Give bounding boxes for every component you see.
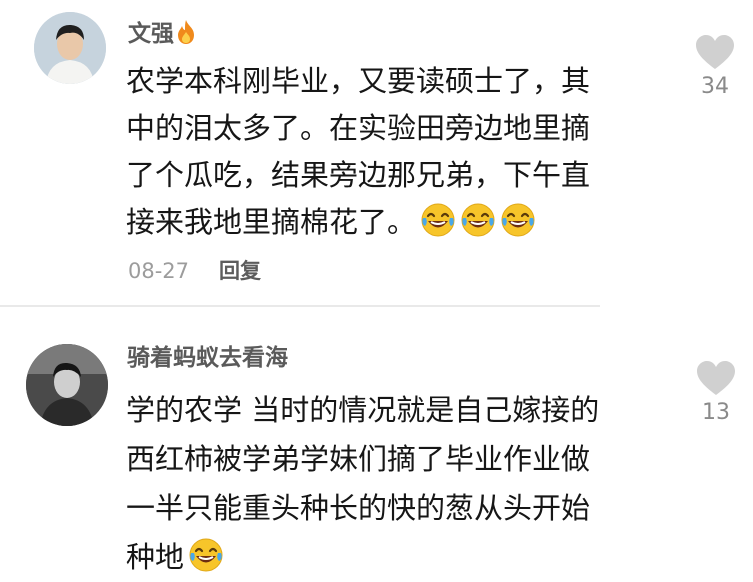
laugh-cry-emoji-icon: [188, 537, 224, 573]
heart-icon: [696, 360, 736, 396]
comment-line: 一半只能重头种长的快的葱从头开始: [126, 491, 591, 525]
laugh-cry-emoji-icon: [460, 202, 496, 238]
comment-line: 了个瓜吃，结果旁边那兄弟，下午直: [126, 158, 591, 192]
fire-icon: [178, 20, 194, 44]
reply-button[interactable]: 回复: [219, 259, 261, 283]
divider: [0, 305, 600, 307]
comment-text: 学的农学 当时的情况就是自己嫁接的 西红柿被学弟学妹们摘了毕业作业做 一半只能重…: [126, 386, 599, 582]
comment-date: 08-27: [128, 259, 190, 283]
avatar[interactable]: [34, 12, 106, 84]
like-count: 13: [702, 400, 730, 425]
comment-2: 骑着蚂蚁去看海 学的农学 当时的情况就是自己嫁接的 西红柿被学弟学妹们摘了毕业作…: [0, 308, 753, 574]
avatar[interactable]: [26, 344, 108, 426]
comment-line: 西红柿被学弟学妹们摘了毕业作业做: [126, 442, 591, 476]
like-count: 34: [701, 74, 729, 99]
like-button[interactable]: 13: [686, 360, 746, 425]
comment-line: 种地: [126, 533, 599, 582]
laugh-cry-emoji-icon: [500, 202, 536, 238]
comment-text: 农学本科刚毕业，又要读硕士了，其 中的泪太多了。在实验田旁边地里摘 了个瓜吃，结…: [126, 58, 590, 246]
heart-icon: [695, 34, 735, 70]
comment-line: 学的农学 当时的情况就是自己嫁接的: [126, 393, 600, 427]
username[interactable]: 文强: [128, 14, 196, 48]
like-button[interactable]: 34: [685, 34, 745, 99]
comment-line: 中的泪太多了。在实验田旁边地里摘: [126, 111, 591, 145]
comment-meta: 08-27 回复: [128, 255, 261, 285]
comment-line: 接来我地里摘棉花了。: [126, 199, 590, 246]
comment-line: 农学本科刚毕业，又要读硕士了，其: [126, 64, 591, 98]
laugh-cry-emoji-icon: [420, 202, 456, 238]
username[interactable]: 骑着蚂蚁去看海: [127, 338, 288, 372]
comment-1: 文强 农学本科刚毕业，又要读硕士了，其 中的泪太多了。在实验田旁边地里摘 了个瓜…: [0, 0, 753, 306]
